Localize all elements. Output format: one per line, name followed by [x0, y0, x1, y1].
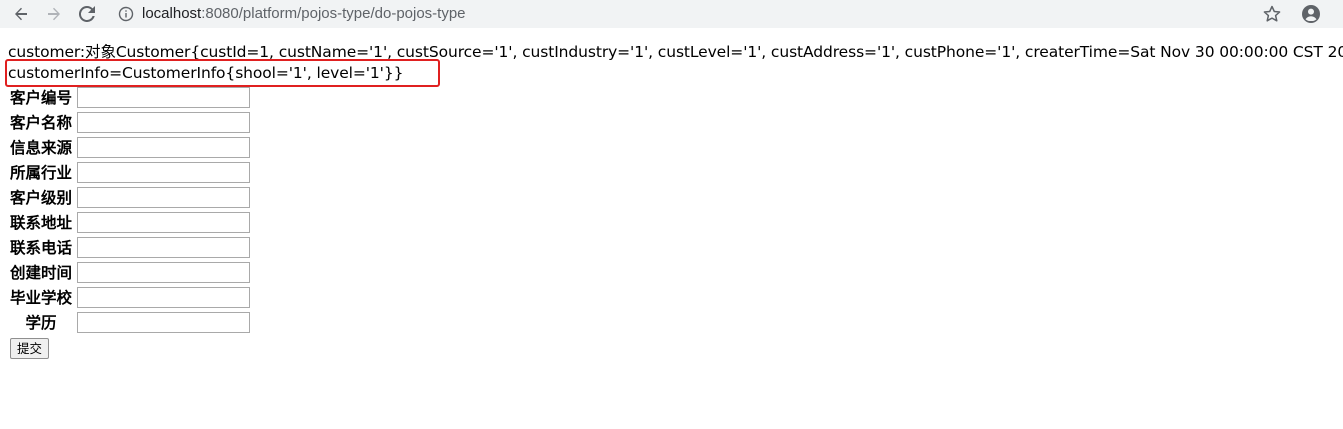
field-input[interactable]	[77, 211, 251, 233]
field-label: 联系地址	[10, 214, 73, 232]
reload-button[interactable]	[76, 3, 98, 25]
back-button[interactable]	[10, 3, 32, 25]
account-icon[interactable]	[1301, 4, 1321, 24]
field-label: 学历	[25, 314, 57, 332]
field-cell	[75, 284, 252, 309]
form-row: 创建时间	[8, 259, 252, 284]
field-cell	[75, 234, 252, 259]
form-row: 客户级别	[8, 184, 252, 209]
field-input[interactable]	[77, 186, 251, 208]
field-label: 客户级别	[10, 189, 73, 207]
field-cell	[75, 184, 252, 209]
arrow-right-icon	[48, 7, 60, 21]
field-cell	[75, 159, 252, 184]
field-label: 信息来源	[10, 139, 73, 157]
field-cell	[75, 309, 252, 334]
form-row: 联系电话	[8, 234, 252, 259]
field-input[interactable]	[77, 286, 251, 308]
star-icon[interactable]	[1262, 4, 1282, 24]
field-label: 创建时间	[10, 264, 73, 282]
field-input[interactable]	[77, 86, 251, 108]
url-host: localhost	[142, 5, 202, 22]
form-row: 学历	[8, 309, 252, 334]
form-row: 信息来源	[8, 134, 252, 159]
field-cell	[75, 134, 252, 159]
highlight-box	[5, 59, 440, 87]
field-label: 客户名称	[10, 114, 73, 132]
field-input[interactable]	[77, 236, 251, 258]
field-input[interactable]	[77, 161, 251, 183]
form-row: 所属行业	[8, 159, 252, 184]
field-input[interactable]	[77, 261, 251, 283]
url-text[interactable]: localhost:8080/platform/pojos-type/do-po…	[142, 5, 466, 23]
field-cell	[75, 109, 252, 134]
customer-form: 客户编号客户名称信息来源所属行业客户级别联系地址联系电话创建时间毕业学校学历	[8, 84, 252, 334]
form-row: 联系地址	[8, 209, 252, 234]
reload-icon	[79, 6, 95, 22]
form-row: 客户编号	[8, 84, 252, 109]
info-icon[interactable]	[118, 6, 134, 22]
field-label: 毕业学校	[10, 289, 73, 307]
field-input[interactable]	[77, 111, 251, 133]
form-row: 客户名称	[8, 109, 252, 134]
field-cell	[75, 259, 252, 284]
field-label: 客户编号	[10, 89, 73, 107]
forward-button[interactable]	[43, 3, 65, 25]
field-label: 联系电话	[10, 239, 73, 257]
url-path: :8080/platform/pojos-type/do-pojos-type	[201, 5, 466, 22]
arrow-left-icon	[15, 7, 27, 21]
field-cell	[75, 84, 252, 109]
form-row: 毕业学校	[8, 284, 252, 309]
field-input[interactable]	[77, 311, 251, 333]
submit-button[interactable]: 提交	[10, 338, 50, 359]
field-input[interactable]	[77, 136, 251, 158]
field-label: 所属行业	[10, 164, 73, 182]
browser-toolbar: localhost:8080/platform/pojos-type/do-po…	[0, 0, 1343, 28]
field-cell	[75, 209, 252, 234]
